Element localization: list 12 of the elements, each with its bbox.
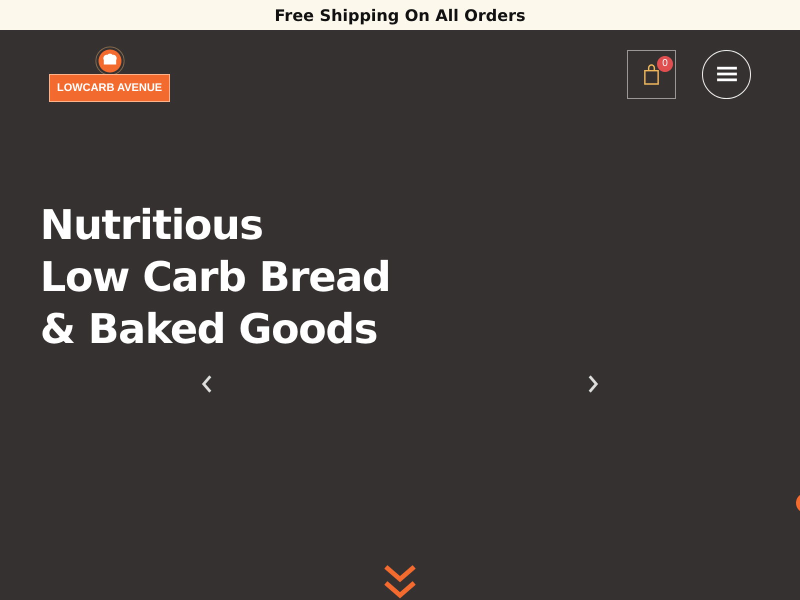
shopping-bag-icon xyxy=(642,62,661,86)
headline-line: Low Carb Bread xyxy=(40,252,392,303)
cart-count-badge: 0 xyxy=(657,56,673,72)
logo[interactable]: LOWCARB AVENUE xyxy=(49,46,170,102)
menu-icon xyxy=(716,65,738,83)
menu-button[interactable] xyxy=(702,50,751,98)
double-chevron-down-icon[interactable] xyxy=(383,564,417,600)
headline-line: Nutritious xyxy=(40,200,264,251)
announcement-text: Free Shipping On All Orders xyxy=(274,6,526,24)
headline-line: & Baked Goods xyxy=(40,304,378,355)
cart-button[interactable]: 0 xyxy=(627,50,676,98)
logo-text: LOWCARB AVENUE xyxy=(49,74,170,102)
